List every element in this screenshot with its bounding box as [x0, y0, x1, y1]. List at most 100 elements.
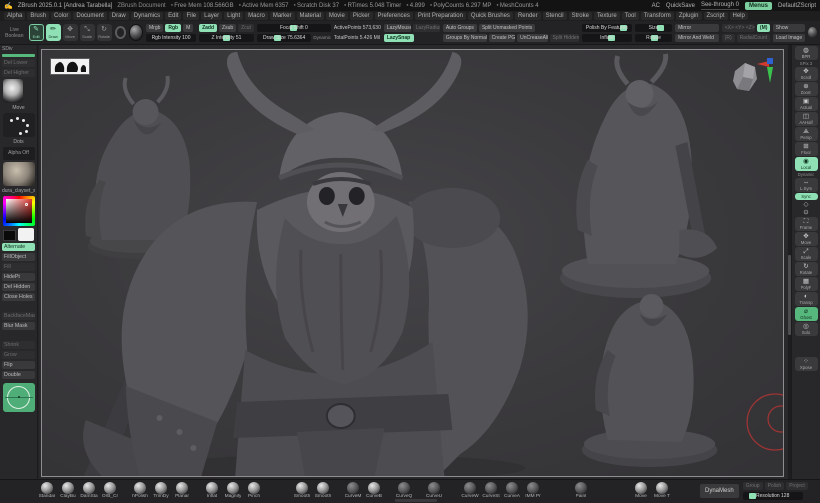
menu-item[interactable]: Picker: [350, 12, 373, 20]
rgb-intensity-slider[interactable]: Rgb Intensity 100: [146, 34, 196, 42]
brush-slot[interactable]: Smooth: [292, 482, 312, 500]
bpr-button[interactable]: ◍ BPR: [795, 46, 818, 60]
draw-mode-button[interactable]: ✏ Draw: [46, 24, 61, 41]
camera-orientation-widget[interactable]: [729, 57, 773, 97]
rotate-mode-button[interactable]: ↻ Rotate: [97, 24, 112, 41]
brush-slot[interactable]: ClayBu: [58, 482, 78, 500]
zsub-button[interactable]: Zsub: [219, 24, 236, 32]
menu-item[interactable]: Render: [515, 12, 541, 20]
dynamesh-button[interactable]: DynaMesh: [700, 484, 739, 498]
aahalf-button[interactable]: ◫ AAHalf: [795, 112, 818, 126]
ghost-button[interactable]: ⌀ Ghost: [795, 307, 818, 321]
sdiv-slider[interactable]: [2, 54, 35, 57]
menu-item[interactable]: Document: [73, 12, 106, 20]
dynamic-label[interactable]: Dynamic: [795, 172, 818, 177]
brush-slot[interactable]: OrB_Cr: [100, 482, 120, 500]
menu-item[interactable]: Brush: [27, 12, 49, 20]
auto-groups-button[interactable]: Auto Groups: [443, 24, 477, 32]
live-boolean-button[interactable]: Live Boolean: [3, 27, 26, 39]
brush-slot[interactable]: IMM Pr: [523, 482, 543, 500]
rotate-nav-button[interactable]: ↻ Rotate: [795, 262, 818, 276]
menu-item[interactable]: Texture: [594, 12, 620, 20]
edit-mode-button[interactable]: ✎ Edit: [29, 24, 44, 41]
gyro-icon[interactable]: ◇: [795, 201, 818, 208]
double-button[interactable]: Double: [2, 371, 35, 379]
uncrease-all-button[interactable]: UnCreaseAll: [517, 34, 547, 42]
menu-item[interactable]: Marker: [270, 12, 295, 20]
alternate-button[interactable]: Alternate: [2, 243, 35, 251]
default-zscript-button[interactable]: DefaultZScript: [778, 3, 816, 9]
menu-item[interactable]: Preferences: [375, 12, 413, 20]
brush-slot[interactable]: CurveU: [424, 482, 444, 500]
mirror-button[interactable]: Mirror: [675, 24, 719, 32]
magnify-icon[interactable]: ⊙: [795, 209, 818, 216]
create-pg-button[interactable]: Create PG: [489, 34, 515, 42]
rgb-button[interactable]: Rgb: [165, 24, 181, 32]
split-unmasked-points-button[interactable]: Split Unmasked Points: [479, 24, 535, 32]
brush-slot[interactable]: Move T: [652, 482, 672, 500]
grow-button[interactable]: Grow: [2, 351, 35, 359]
del-hidden-button[interactable]: Del Hidden: [2, 283, 35, 291]
scale-mode-button[interactable]: ⤡ Scale: [80, 24, 95, 41]
radial-count-slider[interactable]: RadialCount: [737, 34, 770, 42]
floor-button[interactable]: ⊞ Floor: [795, 142, 818, 156]
close-holes-button[interactable]: Close Holes: [2, 293, 35, 301]
size-slider[interactable]: Size: [635, 24, 672, 32]
brush-slot[interactable]: DamSta: [79, 482, 99, 500]
solo-button[interactable]: ◎ Solo: [795, 322, 818, 336]
fillobject-button[interactable]: FillObject: [2, 253, 35, 261]
mirror-axes-buttons[interactable]: <X> <Y> <Z>: [722, 24, 755, 32]
load-image-button[interactable]: Load Image: [773, 34, 805, 42]
brush-slot[interactable]: Planar: [172, 482, 192, 500]
m-merge-toggle[interactable]: (M): [757, 24, 770, 32]
scale-nav-button[interactable]: ⤢ Scale: [795, 247, 818, 261]
scroll-button[interactable]: ✥ Scroll: [795, 67, 818, 81]
stroke-thumbnail[interactable]: [3, 113, 35, 137]
move-nav-button[interactable]: ✥ Move: [795, 232, 818, 246]
ac-button[interactable]: AC: [652, 3, 660, 9]
menu-item[interactable]: Movie: [326, 12, 348, 20]
material-thumbnail[interactable]: [3, 162, 35, 186]
saturation-value-square[interactable]: [6, 199, 32, 223]
backfacemask-button[interactable]: BackfaceMask: [2, 312, 35, 320]
del-higher-button[interactable]: Del Higher: [2, 69, 35, 77]
mirror-and-weld-button[interactable]: Mirror And Weld: [675, 34, 719, 42]
dynamesh-toggle[interactable]: Project: [786, 482, 808, 490]
current-material-ball[interactable]: [129, 24, 143, 41]
menu-item[interactable]: Edit: [165, 12, 181, 20]
current-brush-icon[interactable]: [115, 26, 126, 39]
flip-button[interactable]: Flip: [2, 361, 35, 369]
fill-button[interactable]: Fill: [2, 263, 35, 271]
brush-slot[interactable]: Inflat: [202, 482, 222, 500]
brush-slot[interactable]: CurveQ: [394, 482, 414, 500]
shrink-button[interactable]: Shrink: [2, 341, 35, 349]
local-button[interactable]: ◉ Local: [795, 157, 818, 171]
show-button[interactable]: Show: [773, 24, 805, 32]
dynamic-draw-size-toggle[interactable]: Dynamic: [313, 35, 331, 40]
menu-item[interactable]: Macro: [245, 12, 268, 20]
focal-shift-slider[interactable]: Focal Shift 0: [257, 24, 331, 32]
sculpt-canvas[interactable]: [41, 49, 784, 477]
menus-toggle-button[interactable]: Menus: [745, 2, 772, 10]
persp-button[interactable]: ⟁ Persp: [795, 127, 818, 141]
menu-item[interactable]: Alpha: [4, 12, 25, 20]
split-hidden-button[interactable]: Split Hidden: [550, 34, 579, 42]
del-lower-button[interactable]: Del Lower: [2, 59, 35, 67]
r-toggle[interactable]: (R): [722, 34, 735, 42]
rotate-slider[interactable]: Rotate: [635, 34, 672, 42]
move-mode-button[interactable]: ✥ Move: [63, 24, 78, 41]
menu-item[interactable]: Quick Brushes: [468, 12, 513, 20]
brush-slot[interactable]: Smooth: [313, 482, 333, 500]
brush-slot[interactable]: CurveA: [502, 482, 522, 500]
brush-slot[interactable]: CurveSt: [481, 482, 501, 500]
color-picker[interactable]: [3, 196, 35, 226]
secondary-color-swatch[interactable]: [3, 230, 16, 241]
dynamesh-toggle[interactable]: Group: [743, 482, 763, 490]
menu-item[interactable]: Dynamics: [131, 12, 163, 20]
tray-resize-handle[interactable]: [395, 499, 437, 502]
brush-slot[interactable]: Paint: [571, 482, 591, 500]
brush-slot[interactable]: Magnify: [223, 482, 243, 500]
shelf-material-ball-icon[interactable]: [808, 27, 817, 38]
dynamesh-resolution-slider[interactable]: Resolution 128: [743, 492, 803, 500]
groups-by-normals-button[interactable]: Groups By Normals: [443, 34, 487, 42]
